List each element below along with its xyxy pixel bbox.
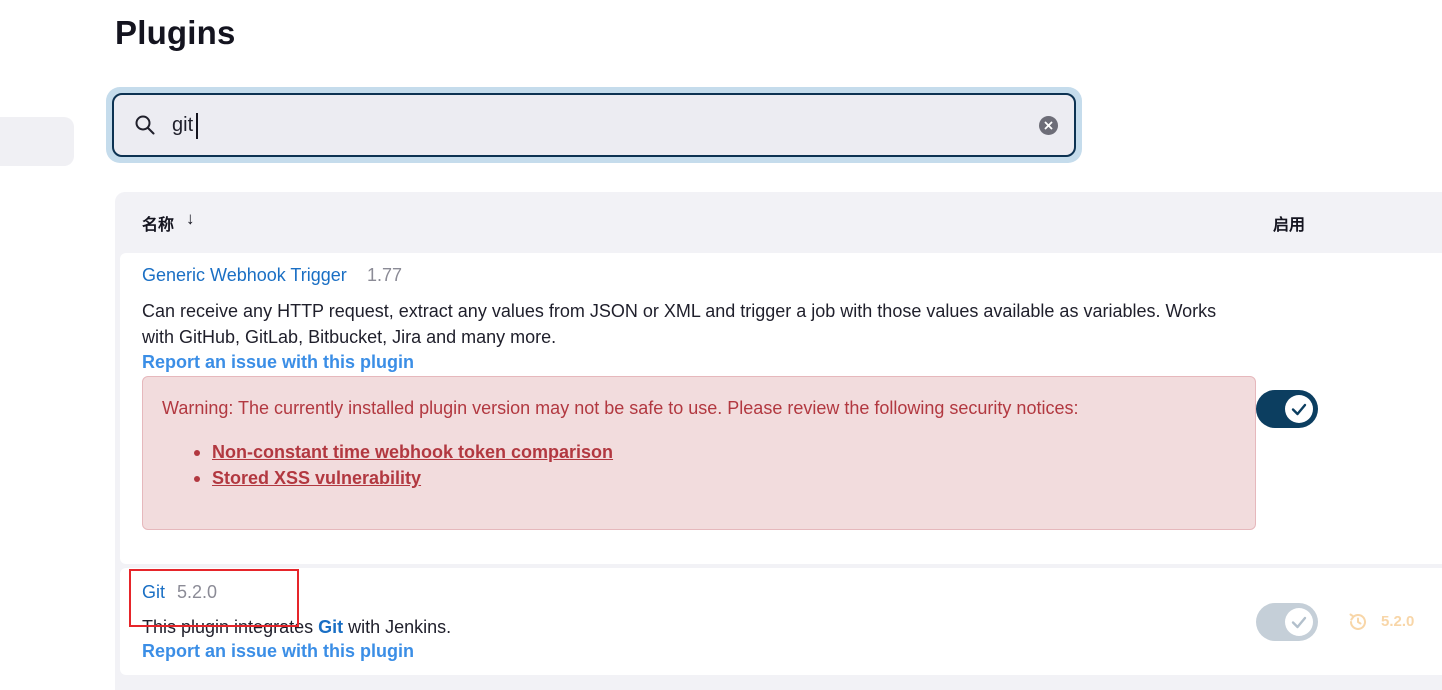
check-icon — [1291, 616, 1307, 629]
annotation-highlight-box — [129, 569, 299, 627]
plugin-description-line: with GitHub, GitLab, Bitbucket, Jira and… — [142, 327, 557, 347]
bullet-icon — [194, 476, 200, 482]
plugin-name-link[interactable]: Generic Webhook Trigger — [142, 265, 347, 286]
security-notice-link[interactable]: Non-constant time webhook token comparis… — [212, 442, 613, 463]
enable-toggle[interactable] — [1256, 390, 1318, 428]
plugin-description-line: Can receive any HTTP request, extract an… — [142, 301, 1217, 321]
plugin-version: 1.77 — [367, 265, 403, 285]
column-header-name[interactable]: 名称 — [142, 211, 174, 235]
report-issue-link[interactable]: Report an issue with this plugin — [142, 641, 414, 662]
column-header-enabled: 启用 — [1273, 217, 1306, 234]
security-notice-link[interactable]: Stored XSS vulnerability — [212, 468, 421, 489]
sidebar-item[interactable] — [0, 117, 74, 166]
toggle-knob — [1285, 395, 1313, 423]
downgrade-version[interactable]: 5.2.0 — [1381, 613, 1414, 630]
plugins-page: Plugins 名称 ↓ 启用 Generic Webhook Trigger … — [0, 0, 1442, 690]
sort-arrow-icon[interactable]: ↓ — [186, 209, 195, 229]
clear-icon[interactable] — [1039, 116, 1058, 135]
enable-toggle-disabled[interactable] — [1256, 603, 1318, 641]
plugin-description-link[interactable]: Git — [318, 617, 343, 637]
page-title: Plugins — [115, 14, 236, 51]
downgrade-icon[interactable] — [1346, 610, 1370, 634]
text-caret — [196, 113, 198, 139]
toggle-knob — [1285, 608, 1313, 636]
report-issue-link[interactable]: Report an issue with this plugin — [142, 352, 414, 373]
warning-text: Warning: The currently installed plugin … — [162, 398, 1079, 418]
plugin-description: Can receive any HTTP request, extract an… — [142, 298, 1262, 350]
search-icon — [135, 115, 155, 135]
bullet-icon — [194, 450, 200, 456]
search-input[interactable] — [172, 108, 1022, 142]
check-icon — [1291, 403, 1307, 416]
